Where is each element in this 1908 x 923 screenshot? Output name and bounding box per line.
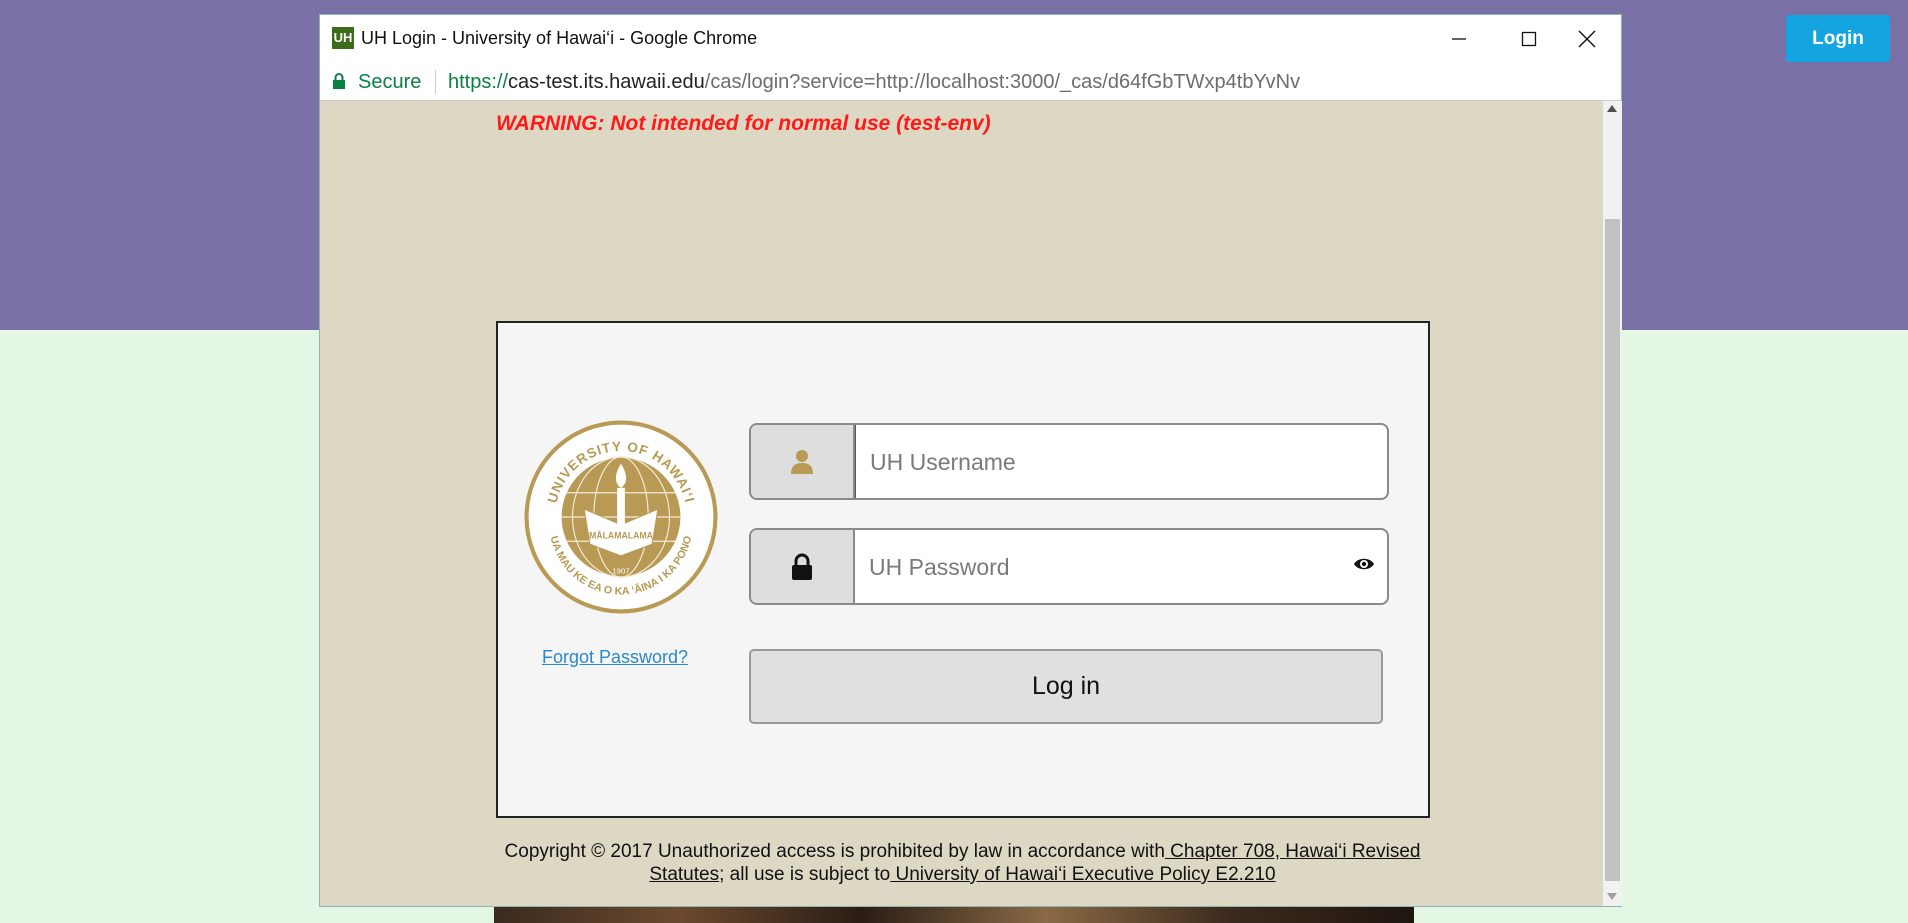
address-divider <box>435 70 436 94</box>
maximize-icon <box>1521 31 1537 46</box>
username-field[interactable] <box>749 423 1389 500</box>
password-addon <box>751 530 855 603</box>
scrollbar-thumb[interactable] <box>1605 219 1620 881</box>
uh-seal-logo: MĀLAMALAMA 1907 UNIVERSITY OF HAWAI‘I UA… <box>524 420 718 614</box>
login-popup-window: UH UH Login - University of Hawai‘i - Go… <box>319 14 1622 907</box>
secure-label: Secure <box>358 71 422 93</box>
close-button[interactable] <box>1552 15 1622 62</box>
password-field[interactable] <box>749 528 1389 605</box>
password-input[interactable] <box>855 530 1341 603</box>
site-login-button[interactable]: Login <box>1786 15 1890 62</box>
forgot-password-link[interactable]: Forgot Password? <box>542 647 688 668</box>
url-path: /cas/login?service=http://localhost:3000… <box>704 71 1301 93</box>
scroll-up-arrow-icon[interactable] <box>1607 105 1617 112</box>
close-icon <box>1578 30 1596 47</box>
site-background-photo <box>494 906 1414 923</box>
window-title: UH Login - University of Hawai‘i - Googl… <box>361 28 758 48</box>
test-env-warning: WARNING: Not intended for normal use (te… <box>496 112 991 135</box>
login-form-panel: MĀLAMALAMA 1907 UNIVERSITY OF HAWAI‘I UA… <box>496 321 1430 818</box>
legal-footer: Copyright © 2017 Unauthorized access is … <box>470 840 1455 886</box>
scroll-down-arrow-icon[interactable] <box>1607 893 1617 900</box>
executive-policy-link[interactable]: University of Hawai‘i Executive Policy E… <box>890 864 1275 885</box>
vertical-scrollbar[interactable] <box>1603 101 1622 906</box>
show-password-eye-icon[interactable] <box>1353 556 1375 572</box>
address-bar[interactable]: Secure https://cas-test.its.hawaii.edu/c… <box>320 62 1621 101</box>
seal-year: 1907 <box>612 566 629 575</box>
window-titlebar[interactable]: UH UH Login - University of Hawai‘i - Go… <box>320 15 1621 62</box>
url-host: cas-test.its.hawaii.edu <box>508 71 705 93</box>
footer-text-1: Copyright © 2017 Unauthorized access is … <box>504 841 1165 862</box>
page-url[interactable]: https://cas-test.its.hawaii.edu/cas/logi… <box>448 71 1300 94</box>
secure-lock-icon <box>333 73 345 89</box>
padlock-icon <box>792 553 812 580</box>
minimize-button[interactable] <box>1424 15 1494 62</box>
user-icon <box>791 449 813 474</box>
uh-favicon-icon: UH <box>332 27 354 49</box>
username-addon <box>751 425 855 498</box>
page-content: WARNING: Not intended for normal use (te… <box>320 101 1603 906</box>
footer-text-2: ; all use is subject to <box>719 864 891 885</box>
username-input[interactable] <box>855 425 1342 498</box>
url-scheme: https:// <box>448 71 509 93</box>
minimize-icon <box>1452 37 1466 40</box>
log-in-button[interactable]: Log in <box>749 649 1383 724</box>
seal-motto: MĀLAMALAMA <box>589 530 654 540</box>
